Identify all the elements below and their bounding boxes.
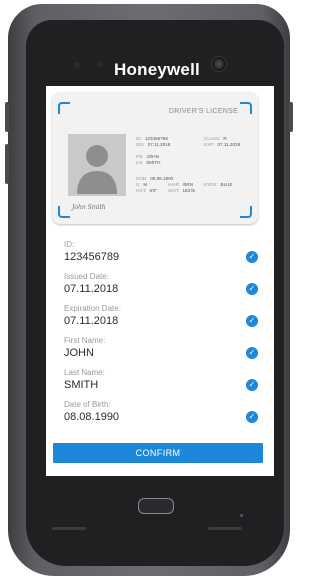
field-id: ID: 123456789 ✓ — [64, 240, 260, 268]
field-expiration-date: Expiration Date: 07.11.2018 ✓ — [64, 304, 260, 332]
person-silhouette-icon — [77, 145, 117, 194]
left-side-button[interactable] — [5, 102, 9, 132]
field-issued-date: Issued Date: 07.11.2018 ✓ — [64, 272, 260, 300]
license-wgt: WGT: 183 lb — [168, 188, 196, 193]
home-button[interactable] — [138, 498, 174, 514]
field-value: 08.08.1990 — [64, 411, 120, 423]
license-id: ID: 123456789 — [136, 136, 168, 141]
scan-frame-corner-top-left — [58, 102, 70, 114]
left-scan-button[interactable] — [5, 144, 9, 184]
check-icon: ✓ — [246, 251, 258, 263]
license-hgt: HGT: 6'0" — [136, 188, 158, 193]
field-value: 123456789 — [64, 251, 120, 263]
license-sex: S: M — [136, 182, 148, 187]
scan-frame-corner-top-right — [240, 102, 252, 114]
field-value: SMITH — [64, 379, 99, 391]
license-class: CLASS: R — [204, 136, 227, 141]
field-label: Last Name: — [64, 368, 105, 377]
license-hair: HAIR: BRN — [168, 182, 193, 187]
check-icon: ✓ — [246, 347, 258, 359]
check-icon: ✓ — [246, 315, 258, 327]
field-value: 07.11.2018 — [64, 283, 119, 295]
microphone-icon — [240, 514, 243, 517]
license-title: DRIVER'S LICENSE — [168, 108, 238, 115]
license-iss: ISS: 07.11.2018 — [136, 142, 171, 147]
field-label: Expiration Date: — [64, 304, 121, 313]
check-icon: ✓ — [246, 379, 258, 391]
confirm-button[interactable]: CONFIRM — [53, 443, 263, 463]
license-dob: DOB: 08.08.1990 — [136, 176, 174, 181]
license-signature: John Smith — [72, 204, 106, 211]
field-label: First Name: — [64, 336, 106, 345]
field-label: ID: — [64, 240, 75, 249]
field-label: Issued Date: — [64, 272, 109, 281]
license-card: DRIVER'S LICENSE John Smith ID: 123456789… — [52, 92, 258, 224]
scan-frame-corner-bottom-right — [240, 206, 252, 218]
license-ln: LN: SMITH — [136, 160, 161, 165]
field-value: JOHN — [64, 347, 94, 359]
check-icon: ✓ — [246, 411, 258, 423]
right-side-button[interactable] — [289, 102, 293, 132]
field-value: 07.11.2018 — [64, 315, 119, 327]
speaker-grille-left — [52, 527, 86, 530]
license-fn: FN: JOHN — [136, 154, 159, 159]
proximity-sensor — [74, 62, 80, 68]
license-eyes: EYES: BLUE — [204, 182, 233, 187]
front-camera-icon — [211, 56, 227, 72]
field-date-of-birth: Date of Birth: 08.08.1990 ✓ — [64, 400, 260, 428]
field-last-name: Last Name: SMITH ✓ — [64, 368, 260, 396]
speaker-grille-right — [208, 527, 242, 530]
field-first-name: First Name: JOHN ✓ — [64, 336, 260, 364]
license-exp: EXP: 07.11.2028 — [204, 142, 241, 147]
license-photo — [68, 134, 126, 196]
check-icon: ✓ — [246, 283, 258, 295]
app-screen: DRIVER'S LICENSE John Smith ID: 123456789… — [46, 86, 274, 476]
brand-logo: Honeywell — [114, 60, 200, 79]
scan-frame-corner-bottom-left — [58, 206, 70, 218]
field-label: Date of Birth: — [64, 400, 111, 409]
